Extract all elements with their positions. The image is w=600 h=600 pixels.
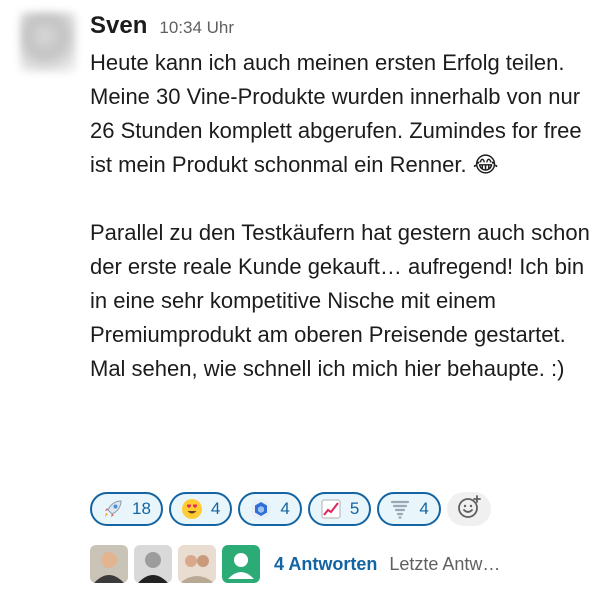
reply-avatar-4 <box>222 545 260 583</box>
message-paragraph-1-text: Heute kann ich auch meinen ersten Erfolg… <box>90 50 582 177</box>
joy-emoji-icon: 😂 <box>472 152 499 177</box>
reply-avatar-2 <box>134 545 172 583</box>
add-emoji-icon <box>456 494 482 525</box>
message-header: Sven 10:34 Uhr <box>90 12 234 42</box>
last-reply-label: Letzte Antw… <box>389 553 501 574</box>
message: Sven 10:34 Uhr Heute kann ich auch meine… <box>0 0 600 600</box>
sender-avatar[interactable] <box>20 12 76 72</box>
add-reaction-button[interactable] <box>446 492 491 526</box>
replies-link[interactable]: 4 Antworten <box>274 554 377 575</box>
message-paragraph-2: Parallel zu den Testkäufern hat gestern … <box>90 220 590 381</box>
reaction-tornado[interactable]: 4 <box>377 492 441 526</box>
message-paragraph-1: Heute kann ich auch meinen ersten Erfolg… <box>90 46 590 182</box>
message-body: Heute kann ich auch meinen ersten Erfolg… <box>90 46 590 386</box>
heart-eyes-icon <box>179 496 205 522</box>
reply-avatar-1 <box>90 545 128 583</box>
reply-avatar-3 <box>178 545 216 583</box>
chart-increasing-icon <box>318 496 344 522</box>
rocket-icon <box>100 496 126 522</box>
reaction-count: 4 <box>210 499 221 518</box>
reaction-hexagon[interactable]: 4 <box>238 492 302 526</box>
thread-summary[interactable]: 4 Antworten Letzte Antw… <box>90 545 500 583</box>
reaction-rocket[interactable]: 18 <box>90 492 163 526</box>
reaction-bar: 18 4 4 5 4 <box>90 492 491 526</box>
reaction-count: 4 <box>419 499 429 518</box>
reaction-count: 18 <box>132 499 151 518</box>
reaction-heart-eyes[interactable]: 4 <box>168 492 233 526</box>
tornado-icon <box>387 496 413 522</box>
sender-name[interactable]: Sven <box>90 12 147 40</box>
reaction-count: 5 <box>349 499 360 518</box>
hexagon-icon <box>248 496 274 522</box>
reaction-count: 4 <box>280 499 290 518</box>
message-timestamp[interactable]: 10:34 Uhr <box>159 18 234 38</box>
reaction-chart-increasing[interactable]: 5 <box>307 492 372 526</box>
